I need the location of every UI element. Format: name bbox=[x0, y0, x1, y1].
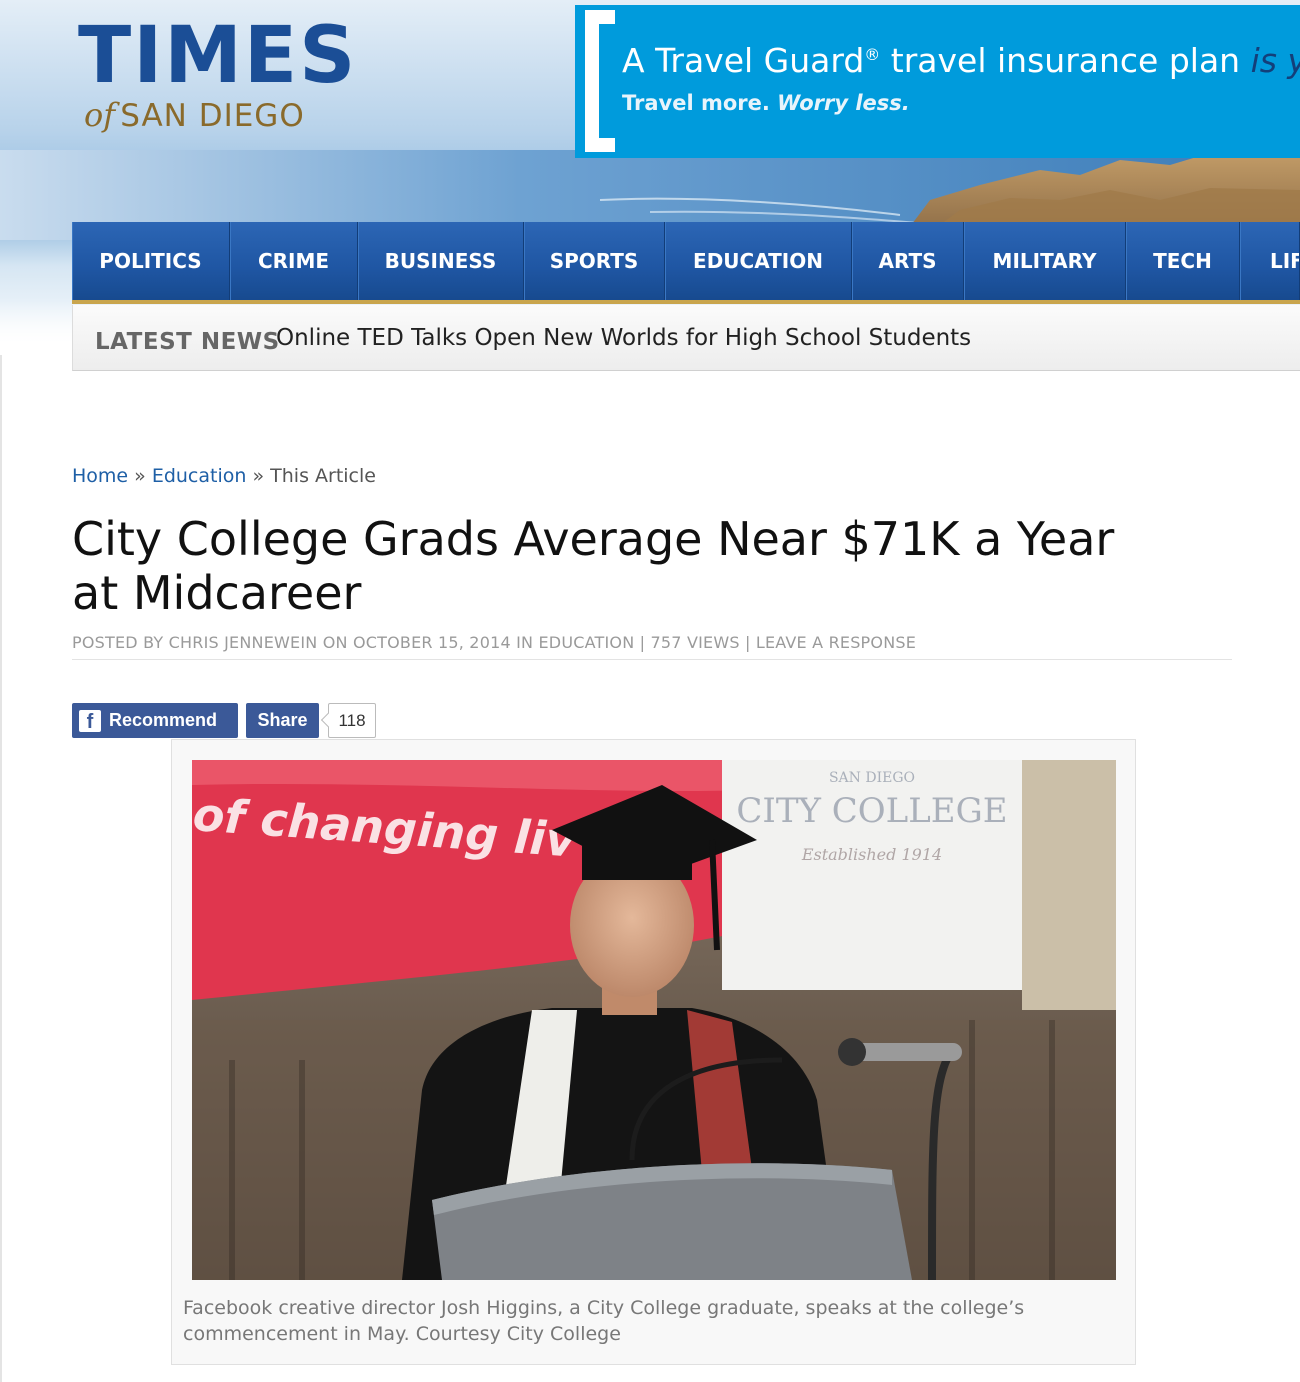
nav-tech[interactable]: TECH bbox=[1126, 222, 1240, 300]
nav-arts[interactable]: ARTS bbox=[852, 222, 964, 300]
breadcrumb: Home » Education » This Article bbox=[72, 465, 376, 487]
site-logo[interactable]: TIMES of SAN DIEGO bbox=[78, 11, 358, 134]
latest-news-label: LATEST NEWS bbox=[95, 329, 280, 355]
ad-headline: A Travel Guard® travel insurance plan is… bbox=[622, 41, 1300, 80]
facebook-recommend-button[interactable]: f Recommend bbox=[72, 703, 238, 738]
facebook-icon: f bbox=[79, 709, 101, 733]
graduation-photo[interactable]: of changing liv SAN DIEGO CITY COLLEGE E… bbox=[192, 760, 1116, 1280]
latest-news-bar: LATEST NEWS Online TED Talks Open New Wo… bbox=[72, 305, 1300, 371]
breadcrumb-education[interactable]: Education bbox=[152, 465, 247, 487]
logo-city: SAN DIEGO bbox=[120, 98, 305, 134]
sign-line-3: Established 1914 bbox=[801, 845, 942, 864]
photo-illustration: of changing liv SAN DIEGO CITY COLLEGE E… bbox=[192, 760, 1116, 1280]
latest-news-headline[interactable]: Online TED Talks Open New Worlds for Hig… bbox=[276, 325, 971, 351]
nav-lifestyle[interactable]: LIF bbox=[1240, 222, 1300, 300]
nav-sports[interactable]: SPORTS bbox=[524, 222, 665, 300]
nav-crime[interactable]: CRIME bbox=[230, 222, 358, 300]
recommend-label: Recommend bbox=[109, 710, 218, 730]
share-count: 118 bbox=[328, 703, 376, 738]
facebook-share-button[interactable]: Share bbox=[246, 703, 319, 738]
article-figure: of changing liv SAN DIEGO CITY COLLEGE E… bbox=[171, 739, 1136, 1365]
article-title: City College Grads Average Near $71K a Y… bbox=[72, 512, 1115, 620]
sign-line-1: SAN DIEGO bbox=[829, 770, 915, 786]
article-meta: POSTED BY CHRIS JENNEWEIN ON OCTOBER 15,… bbox=[72, 633, 1232, 660]
breadcrumb-home[interactable]: Home bbox=[72, 465, 128, 487]
ad-tagline: Travel more. Worry less. bbox=[622, 91, 910, 115]
nav-military[interactable]: MILITARY bbox=[964, 222, 1126, 300]
ad-banner[interactable]: A Travel Guard® travel insurance plan is… bbox=[575, 5, 1300, 158]
nav-business[interactable]: BUSINESS bbox=[358, 222, 524, 300]
logo-title: TIMES bbox=[78, 11, 358, 101]
photo-caption: Facebook creative director Josh Higgins,… bbox=[183, 1297, 1025, 1345]
logo-of: of bbox=[84, 96, 116, 134]
nav-politics[interactable]: POLITICS bbox=[72, 222, 230, 300]
breadcrumb-current: This Article bbox=[270, 465, 376, 487]
main-nav: POLITICS CRIME BUSINESS SPORTS EDUCATION… bbox=[72, 222, 1300, 304]
sign-line-2: CITY COLLEGE bbox=[736, 791, 1007, 831]
nav-education[interactable]: EDUCATION bbox=[665, 222, 852, 300]
